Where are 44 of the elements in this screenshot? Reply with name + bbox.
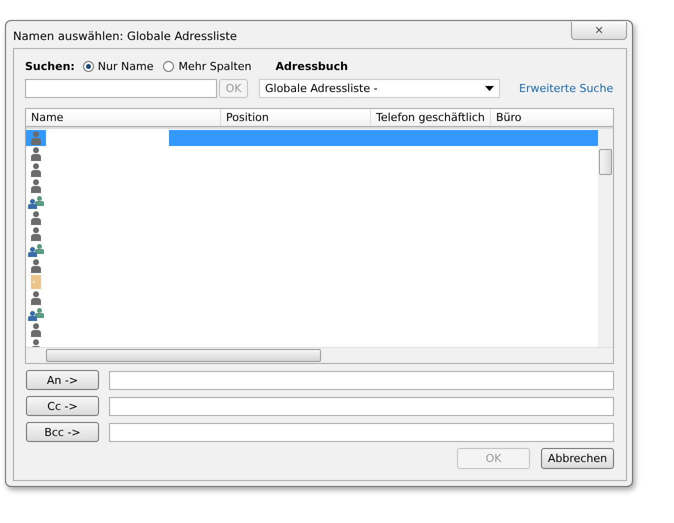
cancel-button[interactable]: Abbrechen	[541, 448, 614, 469]
radio-option[interactable]: Mehr Spalten	[163, 60, 252, 72]
row-icon-cell[interactable]	[26, 130, 46, 146]
column-header[interactable]: Name	[26, 109, 221, 126]
search-field[interactable]	[25, 78, 217, 98]
recipient-field[interactable]	[109, 370, 614, 390]
caret-icon	[485, 86, 494, 90]
address-book-dropdown[interactable]: Globale Adressliste -	[259, 78, 500, 98]
person-icon	[31, 147, 41, 161]
address-book-label: Adressbuch	[276, 60, 348, 72]
card-icon	[31, 275, 41, 289]
row-icon-cell[interactable]	[26, 306, 46, 322]
column-header[interactable]: Telefon geschäftlich	[371, 109, 491, 126]
radio-icon[interactable]	[82, 60, 94, 72]
advanced-search-link[interactable]: Erweiterte Suche	[519, 82, 614, 94]
person-icon	[31, 163, 41, 177]
recipient-field[interactable]	[109, 396, 614, 416]
horizontal-scrollbar[interactable]	[26, 347, 613, 363]
column-header[interactable]: Büro	[491, 109, 601, 126]
row-icon-cell[interactable]	[26, 242, 46, 258]
person-icon	[31, 291, 41, 305]
search-label: Suchen:	[25, 60, 75, 72]
radio-label: Nur Name	[98, 60, 154, 72]
person-icon	[31, 323, 41, 337]
recipient-button[interactable]: Cc ->	[26, 396, 99, 416]
person-icon	[31, 179, 41, 193]
vertical-scrollbar[interactable]	[598, 129, 613, 347]
close-button[interactable]: ✕	[571, 22, 627, 40]
window-title: Namen auswählen: Globale Adressliste	[13, 29, 237, 43]
person-icon	[31, 211, 41, 225]
person-icon	[31, 131, 41, 145]
radio-option[interactable]: Nur Name	[82, 60, 154, 72]
person-icon	[31, 227, 41, 241]
radio-label: Mehr Spalten	[178, 60, 252, 72]
column-header[interactable]: Position	[221, 109, 371, 126]
people-icon	[28, 196, 44, 208]
recipient-button[interactable]: Bcc ->	[26, 422, 99, 442]
person-icon	[31, 259, 41, 273]
people-icon	[28, 308, 44, 320]
recipient-button[interactable]: An ->	[26, 370, 99, 390]
row-icon-cell[interactable]	[26, 194, 46, 210]
people-icon	[28, 244, 44, 256]
radio-icon[interactable]	[163, 60, 174, 72]
recipient-field[interactable]	[109, 422, 614, 442]
